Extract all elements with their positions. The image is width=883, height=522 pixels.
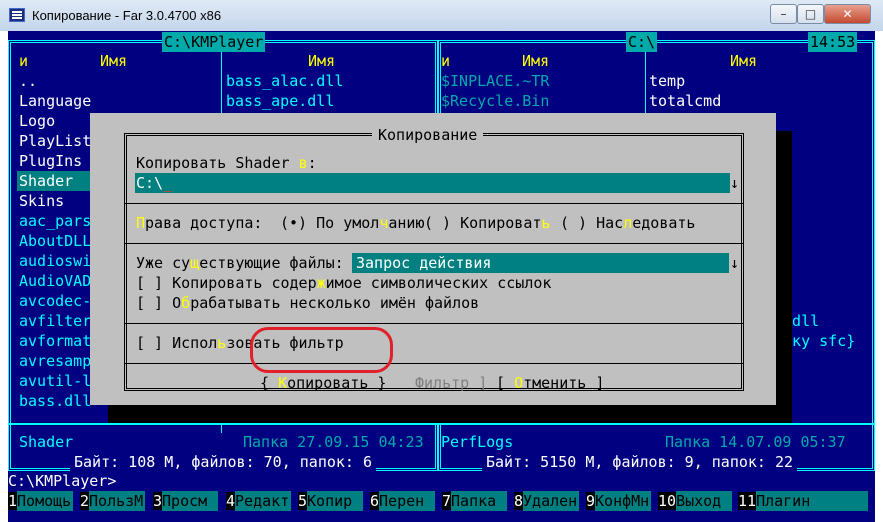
fkey-copy[interactable]: 5Копир xyxy=(298,491,364,511)
fkey-move[interactable]: 6Перен xyxy=(370,491,436,511)
fkey-view[interactable]: 3Просм xyxy=(153,491,219,511)
file-item[interactable]: avcodec- xyxy=(19,291,91,311)
file-item[interactable]: Logo xyxy=(19,111,55,131)
copy-target-history-arrow[interactable]: ↓ xyxy=(730,173,739,193)
left-panel-path[interactable]: C:\KMPlayer xyxy=(162,32,266,52)
dialog-shadow-bottom xyxy=(108,405,792,423)
file-item[interactable]: totalcmd xyxy=(649,91,721,111)
file-item[interactable]: aac_pars xyxy=(19,211,91,231)
function-key-bar: 1Помощь 2ПользМ 3Просм 4Редакт 5Копир 6П… xyxy=(8,491,875,511)
dialog-separator xyxy=(124,363,744,364)
dialog-shadow-right xyxy=(776,131,792,423)
close-button[interactable]: ✕ xyxy=(824,4,871,24)
file-item[interactable]: avresamp xyxy=(19,351,91,371)
process-multiple-names-checkbox[interactable]: [ ] Обрабатывать несколько имён файлов xyxy=(136,293,479,313)
right-status-info: Папка 14.07.09 05:37 xyxy=(665,433,846,451)
file-item[interactable]: Skins xyxy=(19,191,64,211)
file-item[interactable]: temp xyxy=(649,71,685,91)
file-item[interactable]: .. xyxy=(19,71,37,91)
fkey-mkdir[interactable]: 7Папка xyxy=(442,491,508,511)
dialog-separator xyxy=(124,243,744,244)
existing-files-label: Уже существующие файлы: xyxy=(136,254,344,272)
radio-copy[interactable]: ( ) Копировать xyxy=(424,213,550,233)
fkey-help[interactable]: 1Помощь xyxy=(8,491,74,511)
left-col-name-header: Имя xyxy=(100,52,128,70)
access-rights-label: Права доступа: xyxy=(136,214,272,232)
right-panel-status-divider xyxy=(438,423,875,425)
file-item[interactable]: bass.dll xyxy=(19,391,91,411)
file-item[interactable]: $Recycle.Bin xyxy=(441,91,549,111)
fkey-delete[interactable]: 8Удален xyxy=(514,491,580,511)
right-col-name-header: Имя xyxy=(522,52,550,70)
minimize-button[interactable]: – xyxy=(770,4,797,24)
existing-files-dropdown-arrow[interactable]: ↓ xyxy=(730,253,739,273)
file-item[interactable]: bass_ape.dll xyxy=(226,91,334,111)
left-panel-status-divider xyxy=(8,423,438,425)
cancel-button[interactable]: [ Отменить ] xyxy=(496,373,604,393)
dialog-separator xyxy=(124,323,744,324)
far-window: Копирование - Far 3.0.4700 x86 – □ ✕ C:\… xyxy=(0,0,883,522)
clock: 14:53 xyxy=(808,32,858,52)
right-col-n-header: и xyxy=(441,52,451,70)
right-panel-path[interactable]: C:\ xyxy=(626,32,658,52)
left-status-name: Shader xyxy=(19,433,74,451)
dialog-separator xyxy=(124,203,744,204)
title-bar: Копирование - Far 3.0.4700 x86 – □ ✕ xyxy=(0,0,883,31)
file-item[interactable]: Language xyxy=(19,91,91,111)
file-item[interactable]: avutil-l xyxy=(19,371,91,391)
fkey-configmenu[interactable]: 9КонфМн xyxy=(586,491,652,511)
right-col-name-header-2: Имя xyxy=(730,52,758,70)
command-line[interactable]: C:\KMPlayer> xyxy=(8,471,116,491)
file-item[interactable]: $INPLACE.~TR xyxy=(441,71,549,91)
radio-inherit[interactable]: ( ) Наследовать xyxy=(560,213,695,233)
copy-target-input[interactable]: C:\_ xyxy=(135,173,730,193)
filter-button[interactable]: Фильтр ] xyxy=(415,373,487,393)
file-item[interactable]: AudioVAD xyxy=(19,271,91,291)
fkey-edit[interactable]: 4Редакт xyxy=(226,491,292,511)
file-item[interactable]: AboutDLL xyxy=(19,231,91,251)
file-item[interactable]: PlugIns xyxy=(19,151,82,171)
file-item[interactable]: audioswi xyxy=(19,251,91,271)
copy-to-label: Копировать Shader в: xyxy=(136,154,317,172)
existing-files-select[interactable]: Запрос действия xyxy=(352,253,729,273)
left-panel-summary: Байт: 108 M, файлов: 70, папок: 6 xyxy=(70,452,377,472)
file-item[interactable]: avformat xyxy=(19,331,91,351)
copy-button-highlight-ring xyxy=(250,327,393,373)
right-panel-column-divider xyxy=(645,49,646,119)
copy-dialog-title: Копирование xyxy=(372,125,484,145)
window-title: Копирование - Far 3.0.4700 x86 xyxy=(32,8,222,23)
fkey-exit[interactable]: 10Выход xyxy=(658,491,733,511)
copy-button[interactable]: { Копировать } xyxy=(260,373,386,393)
file-item-selected[interactable]: Shader xyxy=(17,171,95,191)
right-panel-summary: Байт: 5150 M, файлов: 9, папок: 22 xyxy=(482,452,798,472)
copy-symlink-contents-checkbox[interactable]: [ ] Копировать содержимое символических … xyxy=(136,273,551,293)
fkey-usermenu[interactable]: 2ПользМ xyxy=(80,491,146,511)
far-app-icon xyxy=(9,8,25,22)
file-item[interactable]: PlayList xyxy=(19,131,91,151)
file-item[interactable]: bass_alac.dll xyxy=(226,71,343,91)
fkey-plugins[interactable]: 11Плагин xyxy=(738,491,869,511)
maximize-button[interactable]: □ xyxy=(797,4,824,24)
left-col-n-header: и xyxy=(19,52,29,70)
file-item[interactable]: avfilter xyxy=(19,311,91,331)
radio-default[interactable]: (•) По умолчанию xyxy=(280,213,425,233)
left-col-name-header-2: Имя xyxy=(308,52,336,70)
far-console: C:\KMPlayer и Имя Имя .. Language Logo P… xyxy=(8,31,875,522)
right-status-name: PerfLogs xyxy=(441,433,514,451)
copy-dialog: Копирование Копировать Shader в: C:\_ ↓ … xyxy=(90,113,776,405)
left-status-info: Папка 27.09.15 04:23 xyxy=(243,433,424,451)
